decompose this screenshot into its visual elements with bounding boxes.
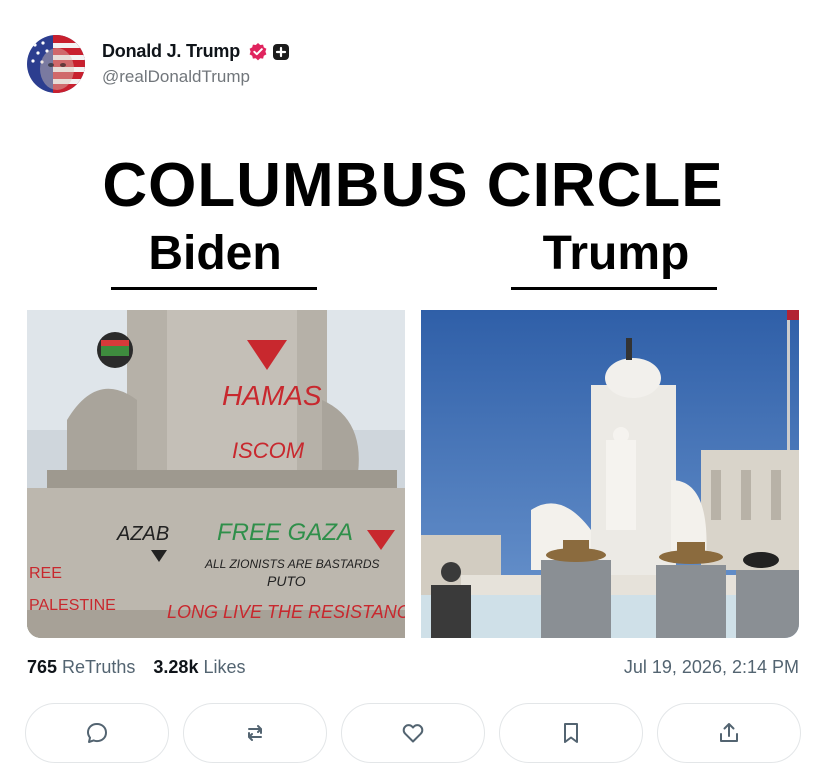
- post-actions: [25, 703, 801, 763]
- post-image[interactable]: COLUMBUS CIRCLE Biden Trump HAMAS ISCOM …: [27, 140, 799, 638]
- post-header: Donald J. Trump @realDonaldTrump: [27, 34, 290, 94]
- right-label-underline: [511, 287, 717, 290]
- author-avatar[interactable]: [27, 35, 85, 93]
- retruth-icon: [248, 725, 262, 741]
- verified-badge-icon: [248, 42, 268, 62]
- heart-icon: [402, 724, 424, 743]
- svg-text:HAMAS: HAMAS: [222, 380, 322, 411]
- reply-button[interactable]: [25, 703, 169, 763]
- bookmark-button[interactable]: [499, 703, 643, 763]
- svg-text:REE: REE: [29, 565, 62, 582]
- author-display-name[interactable]: Donald J. Trump: [102, 41, 240, 62]
- post-timestamp[interactable]: Jul 19, 2026, 2:14 PM: [624, 657, 799, 678]
- likes-count[interactable]: 3.28k: [153, 657, 198, 678]
- svg-text:AZAB: AZAB: [116, 523, 169, 545]
- svg-text:PALESTINE: PALESTINE: [29, 597, 116, 614]
- image-left-label: Biden: [148, 227, 282, 280]
- svg-text:PUTO: PUTO: [267, 573, 306, 589]
- share-button[interactable]: [657, 703, 801, 763]
- retruth-button[interactable]: [183, 703, 327, 763]
- likes-label[interactable]: Likes: [203, 657, 245, 678]
- like-button[interactable]: [341, 703, 485, 763]
- author-handle[interactable]: @realDonaldTrump: [102, 67, 290, 87]
- svg-text:LONG LIVE THE RESISTANCE: LONG LIVE THE RESISTANCE: [167, 602, 405, 622]
- svg-text:ALL ZIONISTS ARE BASTARDS: ALL ZIONISTS ARE BASTARDS: [204, 557, 380, 571]
- image-headline: COLUMBUS CIRCLE: [102, 151, 724, 220]
- share-icon: [720, 723, 738, 742]
- reply-icon: [87, 723, 107, 743]
- svg-text:FREE GAZA: FREE GAZA: [217, 519, 353, 546]
- svg-text:ISCOM: ISCOM: [232, 438, 305, 463]
- right-photo-restored-statue: [421, 310, 799, 638]
- left-label-underline: [111, 287, 317, 290]
- avatar-flag-face-icon: [27, 35, 85, 93]
- post-stats: 765 ReTruths 3.28k Likes Jul 19, 2026, 2…: [27, 655, 799, 679]
- bookmark-icon: [564, 723, 578, 743]
- retruths-label[interactable]: ReTruths: [62, 657, 135, 678]
- retruths-count[interactable]: 765: [27, 657, 57, 678]
- plus-badge-icon: [272, 43, 290, 61]
- left-photo-vandalized-statue: HAMAS ISCOM FREE GAZA ALL ZIONISTS ARE B…: [27, 310, 405, 638]
- image-right-label: Trump: [542, 227, 690, 280]
